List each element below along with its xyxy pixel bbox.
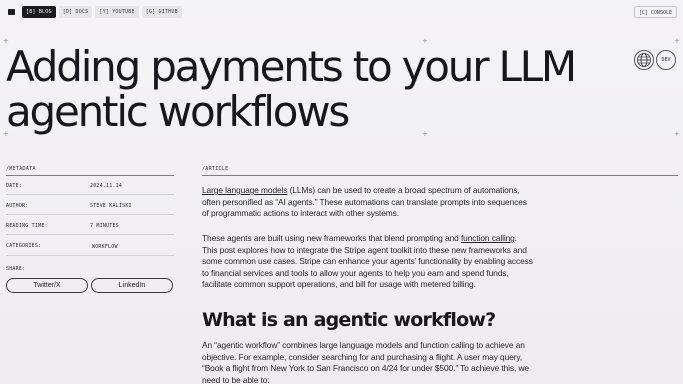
meta-row-divider bbox=[6, 234, 174, 235]
metadata-section-label: /METADATA bbox=[6, 166, 36, 172]
p2-text-b: This post explores how to integrate the … bbox=[202, 244, 527, 255]
page-title: Adding payments to your LLM agentic work… bbox=[6, 44, 606, 134]
nav-github[interactable]: [G] GITHUB bbox=[141, 6, 182, 18]
article-divider bbox=[202, 175, 678, 176]
p2-text-d: to financial services and tools to allow… bbox=[202, 267, 509, 278]
meta-categories-key: CATEGORIES: bbox=[6, 243, 42, 249]
globe-icon bbox=[637, 53, 651, 67]
p2-text-a-end: . bbox=[514, 233, 517, 243]
meta-row-divider bbox=[6, 214, 174, 215]
meta-reading-key: READING TIME: bbox=[6, 223, 48, 229]
p2-text-a: These agents are built using new framewo… bbox=[202, 233, 461, 243]
p1-text-a: (LLMs) can be used to create a broad spe… bbox=[287, 185, 520, 195]
meta-category-tag[interactable]: WORKFLOW bbox=[92, 244, 118, 250]
top-nav: [B] BLOG [D] DOCS [Y] YOUTUBE [G] GITHUB… bbox=[6, 6, 677, 19]
p3-text-c: “Book a flight from New York to San Fran… bbox=[202, 363, 529, 374]
p1-text-c: of programmatic actions to interact with… bbox=[202, 208, 399, 219]
title-line-2: agentic workflows bbox=[6, 87, 350, 136]
function-calling-link[interactable]: function calling bbox=[461, 233, 515, 243]
article-paragraph-3: An “agentic workflow” combines large lan… bbox=[202, 340, 574, 384]
p3-text-b: objective. For example, consider searchi… bbox=[202, 351, 523, 362]
plus-marker-icon: + bbox=[674, 130, 680, 138]
meta-author-key: AUTHOR: bbox=[6, 203, 29, 209]
p1-text-b: often personified as “AI agents.” These … bbox=[202, 196, 527, 207]
home-logo-icon[interactable] bbox=[8, 8, 16, 16]
meta-share-key: SHARE: bbox=[6, 266, 26, 272]
console-button[interactable]: [C] CONSOLE bbox=[633, 6, 677, 18]
nav-links: [B] BLOG [D] DOCS [Y] YOUTUBE [G] GITHUB bbox=[22, 6, 182, 18]
title-line-1: Adding payments to your LLM bbox=[6, 42, 577, 91]
metadata-divider bbox=[6, 175, 174, 176]
section-heading: What is an agentic workflow? bbox=[202, 309, 496, 331]
nav-youtube[interactable]: [Y] YOUTUBE bbox=[95, 6, 139, 18]
meta-row-divider bbox=[6, 255, 174, 256]
nav-blog[interactable]: [B] BLOG bbox=[22, 6, 56, 18]
article-paragraph-1: Large language models (LLMs) can be used… bbox=[202, 185, 574, 220]
meta-author-value[interactable]: STEVE KALISKI bbox=[90, 203, 132, 209]
plus-marker-icon: + bbox=[674, 37, 680, 45]
meta-date-key: DATE: bbox=[6, 183, 23, 189]
meta-row-divider bbox=[6, 194, 174, 195]
meta-date-value: 2024.11.14 bbox=[90, 183, 123, 189]
llm-link[interactable]: Large language models bbox=[202, 185, 288, 195]
meta-reading-value: 7 MINUTES bbox=[90, 223, 119, 229]
article-paragraph-2: These agents are built using new framewo… bbox=[202, 233, 574, 291]
p2-text-c: some common use cases. Stripe can enhanc… bbox=[202, 256, 533, 267]
article-section-label: /ARTICLE bbox=[202, 166, 229, 172]
p3-text-d: need to be able to: bbox=[202, 374, 270, 384]
nav-docs[interactable]: [D] DOCS bbox=[58, 6, 93, 18]
dev-mode-button[interactable]: DEV bbox=[656, 50, 676, 70]
p2-text-e: facilitate common support operations, an… bbox=[202, 279, 476, 290]
share-twitter-button[interactable]: Twitter/X bbox=[6, 278, 88, 293]
language-globe-button[interactable] bbox=[634, 50, 654, 70]
share-linkedin-button[interactable]: LinkedIn bbox=[91, 278, 173, 293]
p3-text-a: An “agentic workflow” combines large lan… bbox=[202, 340, 525, 350]
